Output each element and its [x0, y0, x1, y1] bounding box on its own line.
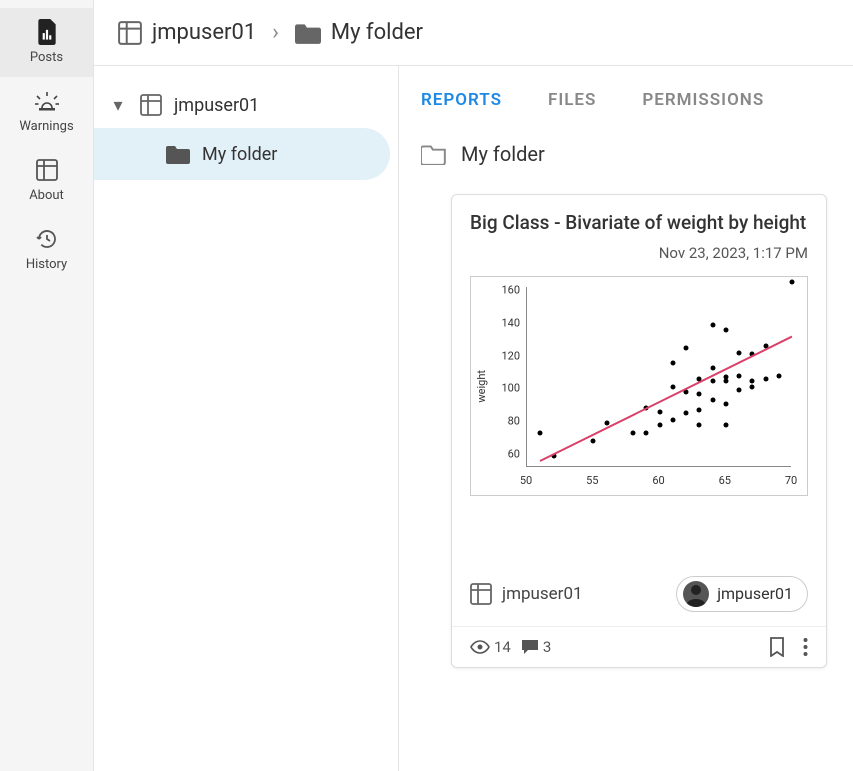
user-chip-label: jmpuser01 — [717, 584, 793, 603]
tab-bar: REPORTS FILES PERMISSIONS — [421, 86, 831, 114]
chart-point — [684, 411, 689, 416]
report-card[interactable]: Big Class - Bivariate of weight by heigh… — [451, 194, 827, 668]
tab-files[interactable]: FILES — [548, 86, 596, 114]
chart-point — [710, 378, 715, 383]
content-pane: REPORTS FILES PERMISSIONS My folder Big … — [399, 66, 853, 771]
chart-point — [737, 373, 742, 378]
tree-item-label: My folder — [202, 144, 277, 165]
chart-point — [697, 408, 702, 413]
card-date: Nov 23, 2023, 1:17 PM — [470, 244, 808, 262]
grid-icon — [118, 21, 142, 45]
folder-icon — [166, 144, 190, 164]
tab-permissions[interactable]: PERMISSIONS — [642, 86, 764, 114]
chart-point — [697, 391, 702, 396]
nav-item-history[interactable]: History — [0, 215, 93, 284]
chart-point — [710, 398, 715, 403]
nav-item-posts[interactable]: Posts — [0, 8, 93, 77]
more-vert-icon[interactable] — [803, 637, 808, 657]
chart-point — [750, 385, 755, 390]
bookmark-icon[interactable] — [769, 637, 785, 657]
breadcrumb-leaf-label: My folder — [331, 20, 423, 45]
chart-point — [763, 376, 768, 381]
nav-label: History — [0, 257, 93, 272]
tree-root[interactable]: ▾ jmpuser01 — [94, 82, 398, 128]
chart-point — [670, 385, 675, 390]
chart-point — [723, 375, 728, 380]
posts-file-icon — [0, 18, 93, 46]
chart-point — [750, 378, 755, 383]
breadcrumb-leaf[interactable]: My folder — [295, 20, 423, 45]
main-column: jmpuser01 › My folder ▾ jmpuser01 My fol… — [94, 0, 853, 771]
chart-point — [737, 350, 742, 355]
chevron-right-icon: › — [272, 20, 279, 45]
chart-point — [790, 280, 795, 285]
chart-point — [631, 430, 636, 435]
avatar-icon — [683, 581, 709, 607]
card-title: Big Class - Bivariate of weight by heigh… — [470, 211, 808, 236]
history-icon — [0, 225, 93, 253]
chart-point — [644, 430, 649, 435]
breadcrumb-root-label: jmpuser01 — [152, 20, 256, 45]
chart-point — [684, 345, 689, 350]
eye-icon — [470, 640, 490, 654]
warning-light-icon — [0, 87, 93, 115]
tree-root-label: jmpuser01 — [174, 95, 259, 116]
grid-icon — [140, 94, 162, 116]
chart-point — [737, 388, 742, 393]
chart-point — [723, 401, 728, 406]
folder-tree: ▾ jmpuser01 My folder — [94, 66, 399, 771]
chevron-down-icon[interactable]: ▾ — [108, 95, 128, 116]
chart-point — [657, 422, 662, 427]
chart-point — [670, 417, 675, 422]
trend-line — [540, 336, 793, 462]
chart-point — [723, 327, 728, 332]
card-owner-label: jmpuser01 — [502, 584, 583, 604]
chart: weight 60801001201401605055606570 — [470, 276, 808, 496]
chart-point — [591, 439, 596, 444]
chart-point — [776, 373, 781, 378]
chart-point — [657, 409, 662, 414]
chart-point — [697, 422, 702, 427]
folder-open-icon — [421, 143, 447, 165]
user-chip[interactable]: jmpuser01 — [676, 576, 808, 612]
card-footer: 14 3 — [452, 626, 826, 667]
comments-count: 3 — [521, 638, 551, 656]
views-count: 14 — [470, 638, 511, 656]
card-owner[interactable]: jmpuser01 — [470, 583, 583, 605]
folder-icon — [295, 22, 321, 44]
tab-reports[interactable]: REPORTS — [421, 86, 502, 114]
chart-point — [710, 365, 715, 370]
nav-label: Posts — [0, 50, 93, 65]
nav-label: Warnings — [0, 119, 93, 134]
breadcrumb: jmpuser01 › My folder — [94, 0, 853, 66]
chart-point — [710, 322, 715, 327]
chart-ylabel: weight — [475, 370, 488, 403]
folder-heading-label: My folder — [461, 142, 545, 166]
nav-rail: Posts Warnings About History — [0, 0, 94, 771]
tree-item-selected[interactable]: My folder — [94, 128, 390, 180]
chart-point — [723, 422, 728, 427]
folder-heading: My folder — [421, 142, 831, 166]
grid-icon — [470, 583, 492, 605]
breadcrumb-root[interactable]: jmpuser01 — [118, 20, 256, 45]
chart-point — [538, 430, 543, 435]
comment-icon — [521, 639, 539, 655]
chart-point — [670, 360, 675, 365]
grid-icon — [0, 156, 93, 184]
nav-label: About — [0, 188, 93, 203]
nav-item-about[interactable]: About — [0, 146, 93, 215]
nav-item-warnings[interactable]: Warnings — [0, 77, 93, 146]
